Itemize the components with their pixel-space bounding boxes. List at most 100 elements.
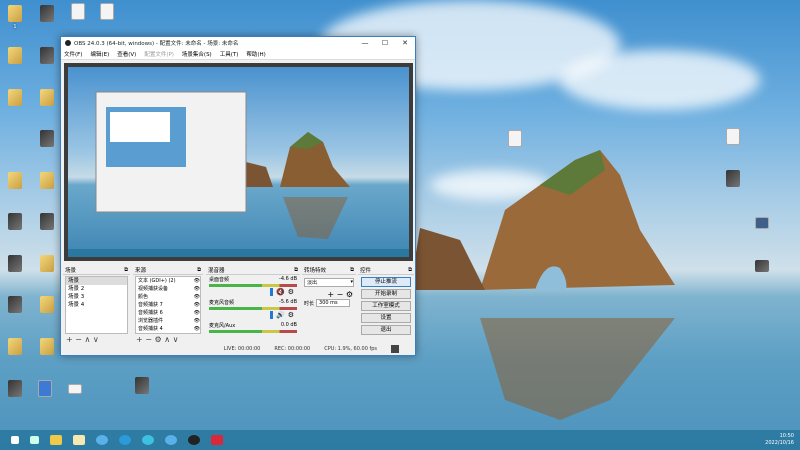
scene-item[interactable]: 场景 3: [66, 293, 127, 301]
undock-icon[interactable]: ⧉: [294, 267, 298, 274]
source-item[interactable]: 音频捕获 6 👁: [136, 309, 200, 317]
gear-icon[interactable]: ⚙: [288, 311, 294, 319]
desktop-icon[interactable]: [38, 380, 52, 397]
volume-slider[interactable]: [270, 311, 273, 319]
source-item[interactable]: 浏览器插件 👁: [136, 317, 200, 325]
maximize-button[interactable]: ☐: [375, 39, 395, 47]
menu-profile[interactable]: 配置文件(P): [144, 50, 174, 58]
desktop-icon[interactable]: [508, 130, 522, 147]
undock-icon[interactable]: ⧉: [197, 267, 201, 274]
preview-canvas[interactable]: [64, 63, 413, 261]
notepad-icon[interactable]: [73, 435, 85, 445]
browser-icon[interactable]: [165, 435, 177, 445]
scene-item[interactable]: 场景 2: [66, 285, 127, 293]
desktop-icon[interactable]: [8, 172, 22, 189]
gear-icon[interactable]: ⚙: [288, 288, 294, 296]
edge-legacy-icon[interactable]: [142, 435, 154, 445]
source-item[interactable]: 音频捕获 7 👁: [136, 301, 200, 309]
window-title: OBS 24.0.3 (64-bit, windows) - 配置文件: 未命名…: [74, 40, 239, 47]
undock-icon[interactable]: ⧉: [124, 267, 128, 274]
undock-icon[interactable]: ⧉: [408, 267, 412, 274]
studio-mode-button[interactable]: 工作室模式: [361, 301, 411, 311]
edge-icon[interactable]: [119, 435, 131, 445]
transition-select[interactable]: 淡出 ▾: [304, 278, 354, 287]
source-item[interactable]: 视频捕获设备 👁: [136, 285, 200, 293]
desktop-icon[interactable]: [40, 47, 54, 64]
sources-list: 文本 (GDI+) (2) 👁 视频捕获设备 👁 颜色 👁 音频捕获 7 👁 音频捕获 …: [135, 276, 201, 334]
duration-input[interactable]: 300 ms: [316, 299, 351, 307]
desktop-icon[interactable]: [755, 260, 769, 272]
desktop-icon[interactable]: [726, 128, 740, 145]
desktop-icon[interactable]: [8, 5, 22, 22]
scene-item[interactable]: 场景: [66, 277, 127, 285]
scene-item[interactable]: 场景 4: [66, 301, 127, 309]
close-button[interactable]: ✕: [395, 39, 415, 47]
mixer-channel: 桌面音频 -4.6 dB 🔇 ⚙: [209, 276, 297, 296]
desktop-icon[interactable]: [68, 384, 82, 394]
desktop-icon[interactable]: [8, 255, 22, 272]
rec-time: REC: 00:00:00: [274, 346, 311, 352]
desktop-icon[interactable]: [8, 213, 22, 230]
transition-toolbar[interactable]: + − ⚙: [302, 290, 356, 299]
desktop-icon[interactable]: [135, 377, 149, 394]
muted-speaker-icon[interactable]: 🔇: [276, 288, 285, 296]
desktop-icon-label: 1: [13, 24, 17, 30]
start-recording-button[interactable]: 开始录制: [361, 289, 411, 299]
cpu-fps: CPU: 1.9%, 60.00 fps: [324, 346, 377, 352]
desktop-icon[interactable]: [40, 296, 54, 313]
desktop-icon[interactable]: [8, 338, 22, 355]
exit-button[interactable]: 退出: [361, 325, 411, 335]
source-item[interactable]: 音频捕获 4 👁: [136, 325, 200, 333]
obs-icon[interactable]: [188, 435, 200, 445]
desktop-icon[interactable]: [40, 172, 54, 189]
transitions-title: 转场特效: [304, 268, 327, 274]
undock-icon[interactable]: ⧉: [350, 267, 354, 274]
desktop-icon[interactable]: [8, 380, 22, 397]
taskbar: 10:50 2022/10/16: [0, 430, 800, 450]
start-windows-icon[interactable]: [11, 436, 19, 444]
menu-help[interactable]: 帮助(H): [246, 50, 265, 58]
desktop-icon[interactable]: [40, 130, 54, 147]
menu-bar: 文件(F) 编辑(E) 查看(V) 配置文件(P) 场景集合(S) 工具(T) …: [61, 48, 415, 60]
status-bar: LIVE: 00:00:00 REC: 00:00:00 CPU: 1.9%, …: [61, 343, 415, 355]
chevron-down-icon: ▾: [350, 279, 353, 285]
desktop-icon[interactable]: [40, 89, 54, 106]
desktop-icon[interactable]: [755, 217, 769, 229]
desktop-icon[interactable]: [40, 338, 54, 355]
desktop-icon[interactable]: [726, 170, 740, 187]
clock-time: 10:50: [779, 433, 794, 439]
volume-slider[interactable]: [270, 288, 273, 296]
desktop-icon[interactable]: [40, 5, 54, 22]
desktop-icon[interactable]: [8, 296, 22, 313]
volume-meter: [209, 284, 297, 287]
desktop-icon[interactable]: [71, 3, 85, 20]
desktop-icon[interactable]: [40, 213, 54, 230]
menu-file[interactable]: 文件(F): [64, 50, 82, 58]
menu-scene-collection[interactable]: 场景集合(S): [182, 50, 212, 58]
controls-dock: 控件 ⧉ 停止推流 开始录制 工作室模式 设置 退出: [358, 266, 414, 346]
speaker-icon[interactable]: 🔊: [276, 311, 285, 319]
source-item[interactable]: 文本 (GDI+) (2) 👁: [136, 277, 200, 285]
source-item[interactable]: 颜色 👁: [136, 293, 200, 301]
file-explorer-icon[interactable]: [50, 435, 62, 445]
menu-view[interactable]: 查看(V): [117, 50, 136, 58]
desktop-icon[interactable]: [8, 47, 22, 64]
desktop-icon[interactable]: [8, 89, 22, 106]
app-icon[interactable]: [211, 435, 223, 445]
stop-streaming-button[interactable]: 停止推流: [361, 277, 411, 287]
volume-meter: [209, 307, 297, 310]
menu-tools[interactable]: 工具(T): [220, 50, 239, 58]
minimize-button[interactable]: —: [355, 39, 375, 47]
mixer-title: 混音器: [208, 268, 225, 274]
desktop-icon[interactable]: [40, 255, 54, 272]
eye-icon: 👁: [193, 294, 200, 300]
clock[interactable]: 10:50 2022/10/16: [765, 433, 794, 447]
menu-edit[interactable]: 编辑(E): [90, 50, 109, 58]
eye-icon: 👁: [193, 318, 200, 324]
browser-icon[interactable]: [96, 435, 108, 445]
task-view-icon[interactable]: [30, 436, 39, 444]
live-time: LIVE: 00:00:00: [223, 346, 261, 352]
preview-image: [68, 67, 409, 257]
settings-button[interactable]: 设置: [361, 313, 411, 323]
desktop-icon[interactable]: [100, 3, 114, 20]
